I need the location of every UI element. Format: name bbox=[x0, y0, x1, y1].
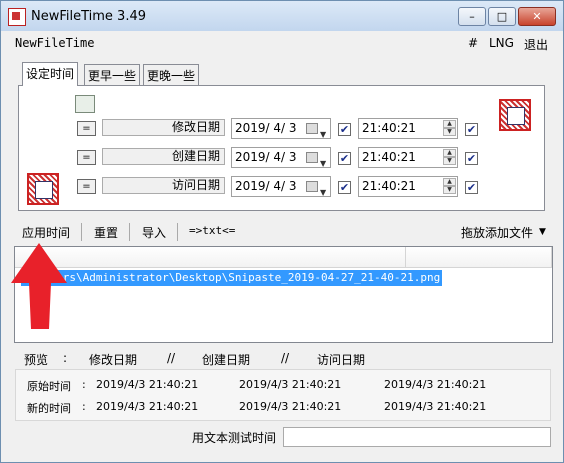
app-logo-icon bbox=[499, 99, 531, 131]
new-accessed-value: 2019/4/3 21:40:21 bbox=[384, 400, 487, 413]
original-modified-value: 2019/4/3 21:40:21 bbox=[96, 378, 199, 391]
time-spinner[interactable]: ▲ ▼ bbox=[443, 149, 456, 166]
preview-label: 预览 bbox=[24, 353, 49, 367]
title-bar: NewFileTime 3.49 – □ ✕ bbox=[1, 1, 563, 31]
close-button[interactable]: ✕ bbox=[518, 7, 556, 26]
set-equal-button[interactable]: = bbox=[77, 121, 96, 136]
row-label-created: 创建日期 bbox=[102, 148, 225, 165]
app-logo-icon-left bbox=[27, 173, 59, 205]
row-label-modified: 修改日期 bbox=[102, 119, 225, 136]
preview-col-created: 创建日期 bbox=[202, 353, 251, 367]
new-modified-value: 2019/4/3 21:40:21 bbox=[96, 400, 199, 413]
preview-separator: : bbox=[82, 378, 86, 391]
toolbar-divider bbox=[81, 223, 82, 241]
app-icon bbox=[8, 8, 26, 26]
time-field-accessed[interactable]: 21:40:21 ▲ ▼ bbox=[358, 176, 458, 197]
new-created-value: 2019/4/3 21:40:21 bbox=[239, 400, 342, 413]
time-spinner[interactable]: ▲ ▼ bbox=[443, 178, 456, 195]
date-checkbox-modified[interactable]: ✔ bbox=[338, 123, 351, 136]
preview-separator: : bbox=[63, 351, 68, 365]
menu-hash[interactable]: # bbox=[468, 36, 478, 50]
column-header[interactable] bbox=[406, 247, 552, 268]
chevron-down-icon[interactable]: ▼ bbox=[539, 227, 546, 237]
chevron-down-icon: ▼ bbox=[320, 188, 327, 197]
menu-exit[interactable]: 退出 bbox=[524, 36, 548, 53]
menu-language[interactable]: LNG bbox=[489, 36, 514, 50]
import-button[interactable]: 导入 bbox=[142, 224, 166, 241]
time-field-modified[interactable]: 21:40:21 ▲ ▼ bbox=[358, 118, 458, 139]
date-picker-created[interactable]: 2019/ 4/ 3 ▼ bbox=[231, 147, 331, 168]
date-picker-accessed[interactable]: 2019/ 4/ 3 ▼ bbox=[231, 176, 331, 197]
menu-app-name[interactable]: NewFileTime bbox=[15, 36, 94, 50]
drag-add-files-menu[interactable]: 拖放添加文件 bbox=[461, 224, 533, 241]
date-checkbox-accessed[interactable]: ✔ bbox=[338, 181, 351, 194]
column-header[interactable] bbox=[15, 247, 406, 268]
menu-bar: NewFileTime # LNG 退出 bbox=[1, 32, 563, 54]
toolbar-divider bbox=[177, 223, 178, 241]
refresh-time-icon[interactable] bbox=[75, 95, 95, 113]
preview-separator: // bbox=[167, 351, 176, 365]
maximize-button[interactable]: □ bbox=[488, 7, 516, 26]
time-field-created[interactable]: 21:40:21 ▲ ▼ bbox=[358, 147, 458, 168]
red-arrow-annotation bbox=[11, 243, 67, 329]
original-accessed-value: 2019/4/3 21:40:21 bbox=[384, 378, 487, 391]
toolbar-divider bbox=[129, 223, 130, 241]
set-equal-button[interactable]: = bbox=[77, 150, 96, 165]
original-time-label: 原始时间 bbox=[27, 380, 71, 393]
time-checkbox-modified[interactable]: ✔ bbox=[465, 123, 478, 136]
new-time-label: 新的时间 bbox=[27, 402, 71, 415]
set-equal-button[interactable]: = bbox=[77, 179, 96, 194]
preview-separator: : bbox=[82, 400, 86, 413]
tab-set-time[interactable]: 设定时间 bbox=[22, 62, 79, 86]
preview-separator: // bbox=[281, 351, 290, 365]
tab-later[interactable]: 更晚一些 bbox=[143, 64, 200, 85]
row-label-accessed: 访问日期 bbox=[102, 177, 225, 194]
calendar-icon bbox=[306, 181, 318, 192]
action-toolbar: 应用时间 重置 导入 =>txt<= 拖放添加文件 ▼ bbox=[1, 220, 563, 244]
file-list-item[interactable]: C:\Users\Administrator\Desktop\Snipaste_… bbox=[21, 270, 443, 286]
minimize-button[interactable]: – bbox=[458, 7, 486, 26]
chevron-down-icon: ▼ bbox=[320, 130, 327, 139]
test-time-input[interactable] bbox=[283, 427, 551, 447]
app-window: NewFileTime 3.49 – □ ✕ NewFileTime # LNG… bbox=[0, 0, 564, 463]
original-created-value: 2019/4/3 21:40:21 bbox=[239, 378, 342, 391]
date-picker-modified[interactable]: 2019/ 4/ 3 ▼ bbox=[231, 118, 331, 139]
window-title: NewFileTime 3.49 bbox=[31, 9, 147, 24]
reset-button[interactable]: 重置 bbox=[94, 224, 118, 241]
preview-box: 原始时间 : 2019/4/3 21:40:21 2019/4/3 21:40:… bbox=[15, 369, 551, 421]
calendar-icon bbox=[306, 123, 318, 134]
time-spinner[interactable]: ▲ ▼ bbox=[443, 120, 456, 137]
time-checkbox-created[interactable]: ✔ bbox=[465, 152, 478, 165]
calendar-icon bbox=[306, 152, 318, 163]
preview-col-modified: 修改日期 bbox=[89, 353, 138, 367]
tab-earlier[interactable]: 更早一些 bbox=[84, 64, 141, 85]
chevron-down-icon: ▼ bbox=[320, 159, 327, 168]
file-list[interactable]: C:\Users\Administrator\Desktop\Snipaste_… bbox=[14, 246, 553, 343]
preview-col-accessed: 访问日期 bbox=[317, 353, 366, 367]
date-checkbox-created[interactable]: ✔ bbox=[338, 152, 351, 165]
txt-button[interactable]: =>txt<= bbox=[189, 224, 235, 237]
time-checkbox-accessed[interactable]: ✔ bbox=[465, 181, 478, 194]
test-time-label: 用文本测试时间 bbox=[192, 431, 277, 445]
apply-time-button[interactable]: 应用时间 bbox=[22, 224, 70, 241]
